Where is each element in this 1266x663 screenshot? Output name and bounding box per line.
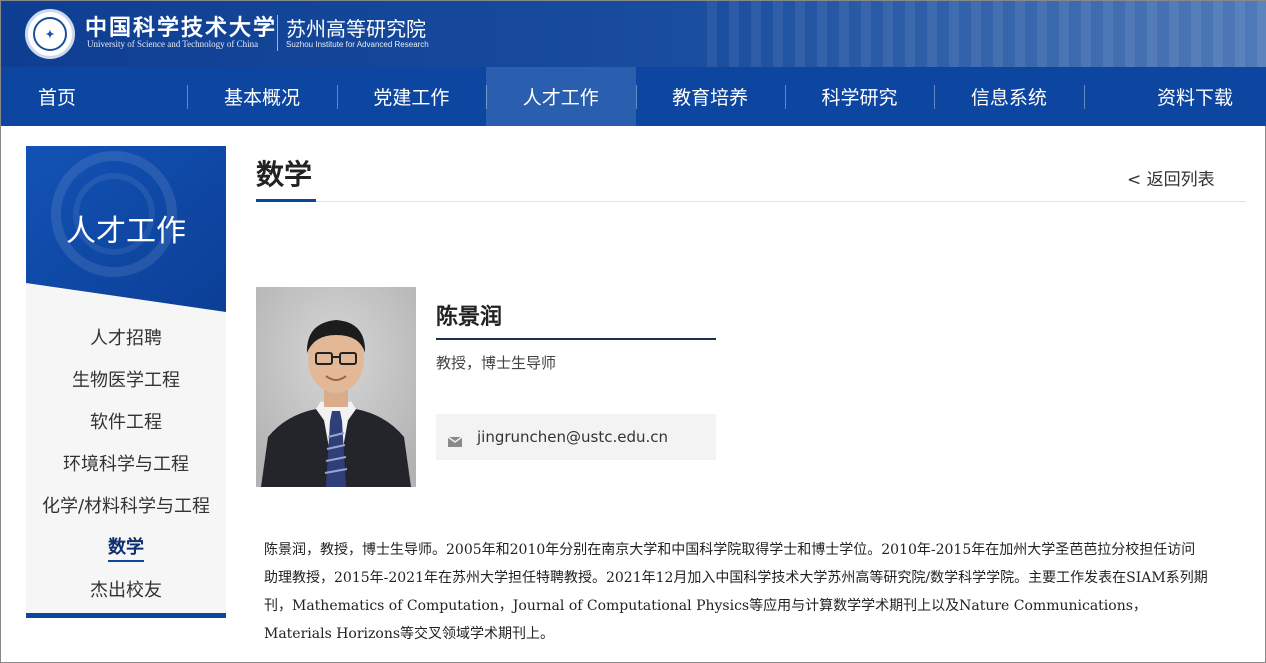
nav-item-education[interactable]: 教育培养: [635, 67, 785, 126]
person-photo: [256, 287, 416, 487]
sidebar-item-software-engineering[interactable]: 软件工程: [26, 400, 226, 442]
page-title: 数学: [256, 158, 313, 191]
title-divider: [256, 201, 1246, 202]
email-box: jingrunchen@ustc.edu.cn: [436, 414, 716, 460]
header-building-image: [707, 1, 1266, 67]
mail-icon: [447, 432, 463, 447]
person-portrait-image: [256, 287, 416, 487]
seal-emblem-icon: ✦: [33, 17, 67, 51]
nav-item-downloads[interactable]: 资料下载: [1083, 67, 1266, 126]
nav-item-label: 教育培养: [672, 87, 749, 109]
sidebar-item-label: 软件工程: [90, 412, 162, 433]
sidebar-item-biomedical-engineering[interactable]: 生物医学工程: [26, 358, 226, 400]
university-name-cn: 中国科学技术大学: [85, 15, 278, 41]
sidebar-banner: 人才工作: [26, 146, 226, 312]
logo-divider: [277, 15, 278, 51]
person-bio: 陈景润，教授，博士生导师。2005年和2010年分别在南京大学和中国科学院取得学…: [264, 542, 1208, 642]
nav-item-research[interactable]: 科学研究: [784, 67, 934, 126]
nav-item-talent[interactable]: 人才工作: [486, 67, 636, 126]
university-seal-logo[interactable]: ✦: [25, 9, 75, 59]
sidebar-item-recruitment[interactable]: 人才招聘: [26, 316, 226, 358]
nav-item-label: 资料下载: [1156, 87, 1233, 109]
nav-item-home[interactable]: 首页: [1, 67, 187, 126]
institute-name-en: Suzhou Institute for Advanced Research: [286, 40, 429, 49]
sidebar-item-chemistry-materials[interactable]: 化学/材料科学与工程: [26, 484, 226, 526]
title-underline: [256, 199, 316, 202]
nav-item-overview[interactable]: 基本概况: [187, 67, 336, 126]
sidebar-item-environmental-science[interactable]: 环境科学与工程: [26, 442, 226, 484]
person-title: 教授，博士生导师: [436, 354, 557, 372]
sidebar-title: 人才工作: [66, 214, 186, 249]
name-underline: [436, 338, 716, 340]
sidebar-item-alumni[interactable]: 杰出校友: [26, 568, 226, 610]
nav-item-info-system[interactable]: 信息系统: [934, 67, 1083, 126]
person-name: 陈景润: [436, 305, 503, 330]
nav-item-label: 首页: [38, 87, 77, 109]
sidebar-item-mathematics[interactable]: 数学: [26, 526, 226, 568]
sidebar-item-label: 生物医学工程: [72, 370, 180, 391]
sidebar-item-label: 环境科学与工程: [63, 454, 189, 475]
sidebar: 人才工作 人才招聘 生物医学工程 软件工程 环境科学与工程 化学/材料科学与工程…: [26, 146, 226, 618]
nav-item-party-building[interactable]: 党建工作: [336, 67, 486, 126]
sidebar-item-label: 数学: [108, 533, 144, 562]
sidebar-item-label: 杰出校友: [90, 580, 162, 601]
site-header: ✦ 中国科学技术大学 University of Science and Tec…: [1, 1, 1266, 67]
nav-item-label: 党建工作: [373, 87, 450, 109]
nav-item-label: 人才工作: [522, 87, 599, 109]
nav-item-label: 科学研究: [821, 87, 898, 109]
sidebar-list: 人才招聘 生物医学工程 软件工程 环境科学与工程 化学/材料科学与工程 数学 杰…: [26, 316, 226, 610]
sidebar-item-label: 人才招聘: [90, 328, 162, 349]
email-address[interactable]: jingrunchen@ustc.edu.cn: [477, 428, 668, 446]
nav-item-label: 基本概况: [224, 87, 301, 109]
sidebar-bottom-bar: [26, 613, 226, 618]
nav-item-label: 信息系统: [970, 87, 1047, 109]
sidebar-item-label: 化学/材料科学与工程: [41, 496, 211, 517]
institute-name-cn: 苏州高等研究院: [286, 17, 426, 41]
main-nav: 首页 基本概况 党建工作 人才工作 教育培养 科学研究 信息系统 资料下载: [1, 67, 1266, 126]
university-name-en: University of Science and Technology of …: [87, 39, 259, 49]
back-to-list-link[interactable]: < 返回列表: [1127, 165, 1215, 190]
